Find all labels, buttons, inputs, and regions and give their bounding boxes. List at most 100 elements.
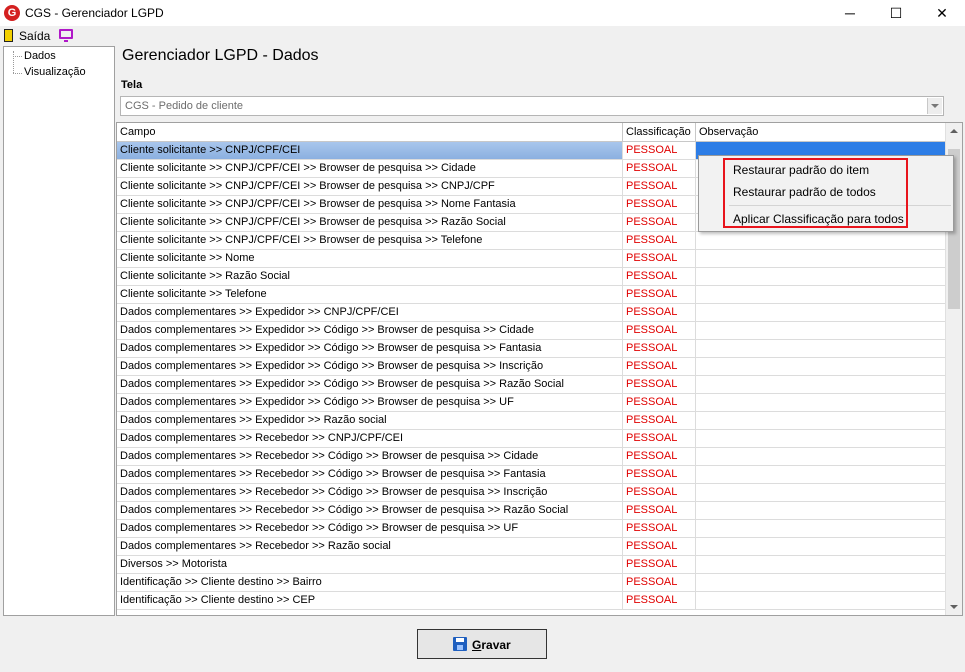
cell-campo[interactable]: Dados complementares >> Recebedor >> CNP… — [117, 430, 623, 447]
cell-observacao[interactable] — [696, 430, 946, 447]
table-row[interactable]: Dados complementares >> Recebedor >> Cód… — [117, 484, 946, 502]
table-row[interactable]: Dados complementares >> Expedidor >> Cód… — [117, 358, 946, 376]
cell-classificacao[interactable]: PESSOAL — [623, 376, 696, 393]
cell-campo[interactable]: Dados complementares >> Expedidor >> Cód… — [117, 340, 623, 357]
cell-observacao[interactable] — [696, 304, 946, 321]
cell-observacao[interactable] — [696, 232, 946, 249]
cell-observacao[interactable] — [696, 466, 946, 483]
cell-classificacao[interactable]: PESSOAL — [623, 592, 696, 609]
cell-campo[interactable]: Identificação >> Cliente destino >> CEP — [117, 592, 623, 609]
table-row[interactable]: Dados complementares >> Recebedor >> Cód… — [117, 502, 946, 520]
table-row[interactable]: Diversos >> Motorista PESSOAL — [117, 556, 946, 574]
cell-classificacao[interactable]: PESSOAL — [623, 520, 696, 537]
maximize-button[interactable]: ☐ — [873, 0, 919, 26]
cell-campo[interactable]: Cliente solicitante >> CNPJ/CPF/CEI >> B… — [117, 214, 623, 231]
cell-classificacao[interactable]: PESSOAL — [623, 502, 696, 519]
cell-observacao[interactable] — [696, 340, 946, 357]
cell-campo[interactable]: Dados complementares >> Recebedor >> Raz… — [117, 538, 623, 555]
cell-classificacao[interactable]: PESSOAL — [623, 268, 696, 285]
cell-classificacao[interactable]: PESSOAL — [623, 466, 696, 483]
table-row[interactable]: Dados complementares >> Expedidor >> Cód… — [117, 322, 946, 340]
cell-campo[interactable]: Cliente solicitante >> CNPJ/CPF/CEI >> B… — [117, 178, 623, 195]
table-row[interactable]: Cliente solicitante >> Nome PESSOAL — [117, 250, 946, 268]
cell-campo[interactable]: Dados complementares >> Expedidor >> Cód… — [117, 394, 623, 411]
table-row[interactable]: Dados complementares >> Recebedor >> Cód… — [117, 466, 946, 484]
table-row[interactable]: Identificação >> Cliente destino >> Bair… — [117, 574, 946, 592]
table-row[interactable]: Dados complementares >> Recebedor >> Cód… — [117, 520, 946, 538]
cell-observacao[interactable] — [696, 484, 946, 501]
cell-observacao[interactable] — [696, 448, 946, 465]
cell-campo[interactable]: Dados complementares >> Recebedor >> Cód… — [117, 448, 623, 465]
tela-select[interactable]: CGS - Pedido de cliente — [120, 96, 944, 116]
cell-observacao[interactable] — [696, 538, 946, 555]
cell-classificacao[interactable]: PESSOAL — [623, 196, 696, 213]
cell-observacao[interactable] — [696, 556, 946, 573]
cell-classificacao[interactable]: PESSOAL — [623, 574, 696, 591]
cell-campo[interactable]: Dados complementares >> Recebedor >> Cód… — [117, 502, 623, 519]
cell-campo[interactable]: Cliente solicitante >> CNPJ/CPF/CEI >> B… — [117, 160, 623, 177]
cell-classificacao[interactable]: PESSOAL — [623, 250, 696, 267]
cell-campo[interactable]: Cliente solicitante >> CNPJ/CPF/CEI >> B… — [117, 232, 623, 249]
table-row[interactable]: Dados complementares >> Recebedor >> Cód… — [117, 448, 946, 466]
cell-campo[interactable]: Dados complementares >> Expedidor >> Cód… — [117, 376, 623, 393]
exit-button[interactable]: Saída — [19, 29, 50, 43]
cell-observacao[interactable] — [696, 574, 946, 591]
cell-classificacao[interactable]: PESSOAL — [623, 358, 696, 375]
table-row[interactable]: Dados complementares >> Expedidor >> Cód… — [117, 394, 946, 412]
cell-classificacao[interactable]: PESSOAL — [623, 484, 696, 501]
cell-observacao[interactable] — [696, 358, 946, 375]
table-row[interactable]: Dados complementares >> Expedidor >> Cód… — [117, 340, 946, 358]
cell-observacao[interactable] — [696, 268, 946, 285]
cell-classificacao[interactable]: PESSOAL — [623, 340, 696, 357]
table-row[interactable]: Cliente solicitante >> Telefone PESSOAL — [117, 286, 946, 304]
chevron-down-icon[interactable] — [927, 98, 942, 114]
cell-campo[interactable]: Dados complementares >> Expedidor >> Raz… — [117, 412, 623, 429]
cell-classificacao[interactable]: PESSOAL — [623, 394, 696, 411]
cell-classificacao[interactable]: PESSOAL — [623, 430, 696, 447]
cell-campo[interactable]: Dados complementares >> Recebedor >> Cód… — [117, 466, 623, 483]
cell-campo[interactable]: Cliente solicitante >> CNPJ/CPF/CEI — [117, 142, 623, 159]
cell-classificacao[interactable]: PESSOAL — [623, 214, 696, 231]
scroll-down-icon[interactable] — [950, 605, 958, 609]
column-header-campo[interactable]: Campo — [117, 123, 623, 141]
cell-campo[interactable]: Dados complementares >> Expedidor >> Cód… — [117, 358, 623, 375]
monitor-icon[interactable] — [59, 29, 73, 42]
cell-classificacao[interactable]: PESSOAL — [623, 412, 696, 429]
cell-classificacao[interactable]: PESSOAL — [623, 286, 696, 303]
cell-observacao[interactable] — [696, 502, 946, 519]
cell-observacao[interactable] — [696, 520, 946, 537]
sidebar-item-visualizacao[interactable]: Visualização — [24, 66, 86, 78]
cell-classificacao[interactable]: PESSOAL — [623, 322, 696, 339]
cell-observacao[interactable] — [696, 250, 946, 267]
table-row[interactable]: Dados complementares >> Recebedor >> Raz… — [117, 538, 946, 556]
cell-campo[interactable]: Dados complementares >> Expedidor >> Cód… — [117, 322, 623, 339]
cell-observacao[interactable] — [696, 286, 946, 303]
cell-classificacao[interactable]: PESSOAL — [623, 178, 696, 195]
cell-classificacao[interactable]: PESSOAL — [623, 448, 696, 465]
minimize-button[interactable]: ─ — [827, 0, 873, 26]
cell-observacao[interactable] — [696, 592, 946, 609]
cell-classificacao[interactable]: PESSOAL — [623, 538, 696, 555]
cell-campo[interactable]: Identificação >> Cliente destino >> Bair… — [117, 574, 623, 591]
cell-campo[interactable]: Cliente solicitante >> Razão Social — [117, 268, 623, 285]
cell-campo[interactable]: Cliente solicitante >> Telefone — [117, 286, 623, 303]
cell-observacao[interactable] — [696, 322, 946, 339]
cell-observacao[interactable] — [696, 412, 946, 429]
scroll-up-icon[interactable] — [950, 129, 958, 133]
table-row[interactable]: Identificação >> Cliente destino >> CEP P… — [117, 592, 946, 610]
table-row[interactable]: Dados complementares >> Expedidor >> Raz… — [117, 412, 946, 430]
sidebar-item-dados[interactable]: Dados — [24, 50, 56, 62]
cell-campo[interactable]: Diversos >> Motorista — [117, 556, 623, 573]
close-button[interactable]: ✕ — [919, 0, 965, 26]
table-row[interactable]: Cliente solicitante >> CNPJ/CPF/CEI >> B… — [117, 232, 946, 250]
column-header-observacao[interactable]: Observação — [696, 123, 946, 141]
cell-campo[interactable]: Cliente solicitante >> CNPJ/CPF/CEI >> B… — [117, 196, 623, 213]
cell-classificacao[interactable]: PESSOAL — [623, 142, 696, 159]
cell-campo[interactable]: Dados complementares >> Expedidor >> CNP… — [117, 304, 623, 321]
column-header-classificacao[interactable]: Classificação — [623, 123, 696, 141]
save-button[interactable]: Gravar — [417, 629, 547, 659]
table-row[interactable]: Cliente solicitante >> Razão Social PESSO… — [117, 268, 946, 286]
cell-campo[interactable]: Cliente solicitante >> Nome — [117, 250, 623, 267]
table-row[interactable]: Dados complementares >> Expedidor >> Cód… — [117, 376, 946, 394]
cell-classificacao[interactable]: PESSOAL — [623, 160, 696, 177]
